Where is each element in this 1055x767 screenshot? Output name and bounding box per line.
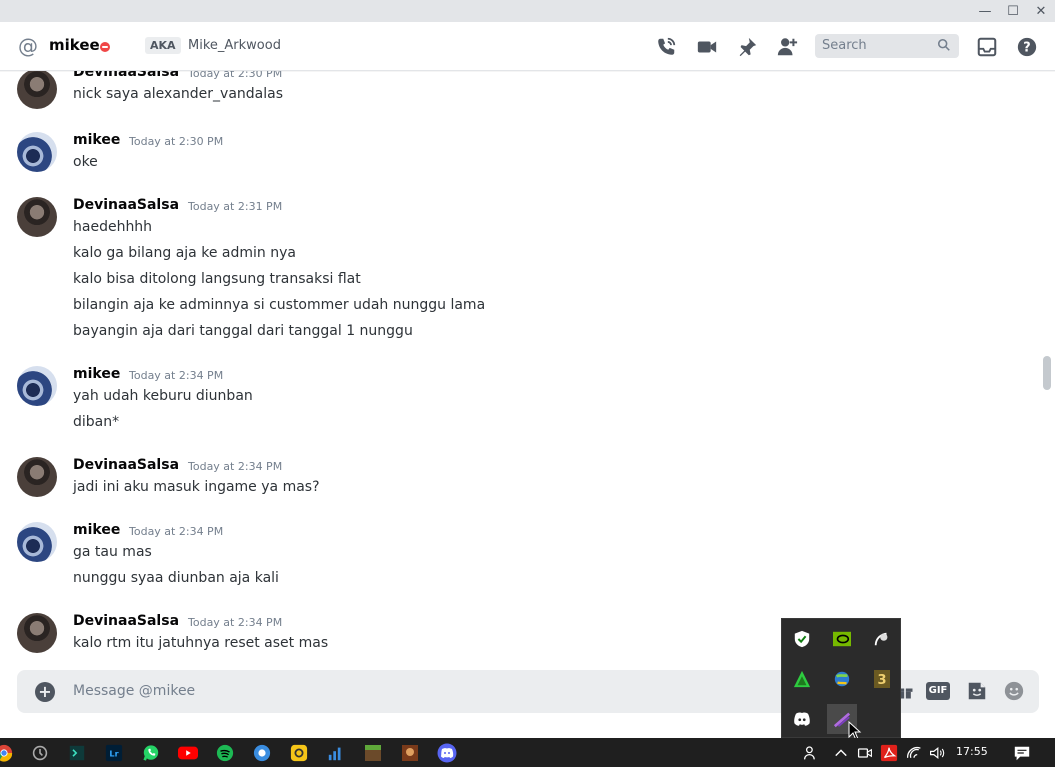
gif-label: GIF [926,682,950,700]
gif-button[interactable]: GIF [926,680,950,702]
message-author[interactable]: mikee [73,366,120,382]
svg-text:?: ? [1023,41,1030,56]
message-text: haedehhhh [73,219,153,235]
message-text: oke [73,154,98,170]
avatar[interactable] [17,197,57,237]
dm-username: mikee [49,36,100,54]
svg-text:Lr: Lr [109,749,118,759]
sticker-icon[interactable] [966,680,988,702]
acrobat-icon[interactable] [879,743,899,763]
upload-plus-icon[interactable]: + [35,682,55,702]
message-text: ga tau mas [73,544,152,560]
search-placeholder: Search [822,38,867,53]
browser-icon[interactable] [252,743,272,763]
message-text: kalo bisa ditolong langsung transaksi fl… [73,271,361,287]
window-titlebar: — ☐ ✕ [0,0,1055,22]
message-text: yah udah keburu diunban [73,388,253,404]
dnd-status-icon [100,42,110,52]
message-author[interactable]: DevinaaSalsa [73,613,179,629]
minecraft-icon[interactable] [363,743,383,763]
avatar[interactable] [17,522,57,562]
avatar[interactable] [17,613,57,653]
windows-taskbar: Lr 17:55 [0,738,1055,767]
meet-now-icon[interactable] [855,743,875,763]
taskbar-clock[interactable]: 17:55 [956,745,988,758]
message-text: kalo rtm itu jatuhnya reset aset mas [73,635,329,651]
youtube-icon[interactable] [178,743,198,763]
close-button[interactable]: ✕ [1027,0,1055,22]
aka-name: Mike_Arkwood [188,38,281,53]
terminal-icon[interactable] [67,743,87,763]
chart-app-icon[interactable] [326,743,346,763]
aka-badge: AKA [145,37,181,54]
clock-app-icon[interactable] [30,743,50,763]
whatsapp-icon[interactable] [141,743,161,763]
satellite-icon[interactable] [867,624,897,654]
people-icon[interactable] [801,743,821,763]
scrollbar-thumb[interactable] [1043,356,1051,390]
wifi-icon[interactable] [904,743,924,763]
add-friend-icon[interactable] [775,35,799,59]
lightroom-icon[interactable]: Lr [104,743,124,763]
nvidia-icon[interactable] [827,624,857,654]
avatar[interactable] [17,457,57,497]
number-3-icon[interactable]: 3 [867,664,897,694]
notification-center-icon[interactable] [1012,743,1032,763]
message-text: bilangin aja ke adminnya si custommer ud… [73,297,486,313]
svg-text:3: 3 [877,673,886,688]
message-text: bayangin aja dari tanggal dari tanggal 1… [73,323,413,339]
search-input[interactable]: Search [815,34,959,58]
app-yellow-icon[interactable] [289,743,309,763]
avatar[interactable] [17,132,57,172]
emoji-icon[interactable] [1003,680,1025,702]
message-text: diban* [73,414,120,430]
discord-taskbar-icon[interactable] [437,743,457,763]
voice-call-icon[interactable] [654,35,678,59]
video-call-icon[interactable] [695,35,719,59]
message-timestamp: Today at 2:31 PM [188,200,283,213]
volume-icon[interactable] [927,743,947,763]
discord-icon[interactable] [787,704,817,734]
message-author[interactable]: DevinaaSalsa [73,197,179,213]
message-author[interactable]: mikee [73,132,120,148]
system-tray-overflow: 3 [781,618,901,741]
chevron-up-icon[interactable] [831,743,851,763]
avatar[interactable] [17,366,57,406]
message-author[interactable]: DevinaaSalsa [73,457,179,473]
message-author[interactable]: DevinaaSalsa [73,71,179,80]
channel-header: @ mikee AKA Mike_Arkwood Search ? [0,22,1055,71]
help-icon[interactable]: ? [1015,35,1039,59]
message-timestamp: Today at 2:34 PM [188,616,283,629]
message-text: jadi ini aku masuk ingame ya mas? [73,479,320,495]
message-text: nunggu syaa diunban aja kali [73,570,279,586]
inbox-icon[interactable] [975,35,999,59]
pin-icon[interactable] [735,35,759,59]
spotify-icon[interactable] [215,743,235,763]
game-icon[interactable] [400,743,420,763]
message-timestamp: Today at 2:34 PM [129,369,224,382]
message-text: kalo ga bilang aja ke admin nya [73,245,296,261]
message-author[interactable]: mikee [73,522,120,538]
message-input[interactable]: Message @mikee [73,683,195,699]
at-sign-icon: @ [18,34,38,58]
message-timestamp: Today at 2:34 PM [129,525,224,538]
color-globe-icon[interactable] [827,664,857,694]
maximize-button[interactable]: ☐ [999,0,1027,22]
minimize-button[interactable]: — [971,0,999,22]
message-timestamp: Today at 2:30 PM [188,71,283,80]
message-timestamp: Today at 2:34 PM [188,460,283,473]
message-list: DevinaaSalsa Today at 2:30 PM nick saya … [0,71,1042,661]
windows-security-icon[interactable] [787,624,817,654]
search-icon [937,38,950,51]
chrome-icon[interactable] [0,743,14,763]
green-triangle-icon[interactable] [787,664,817,694]
message-timestamp: Today at 2:30 PM [129,135,224,148]
message-text: nick saya alexander_vandalas [73,86,283,102]
avatar[interactable] [17,71,57,109]
